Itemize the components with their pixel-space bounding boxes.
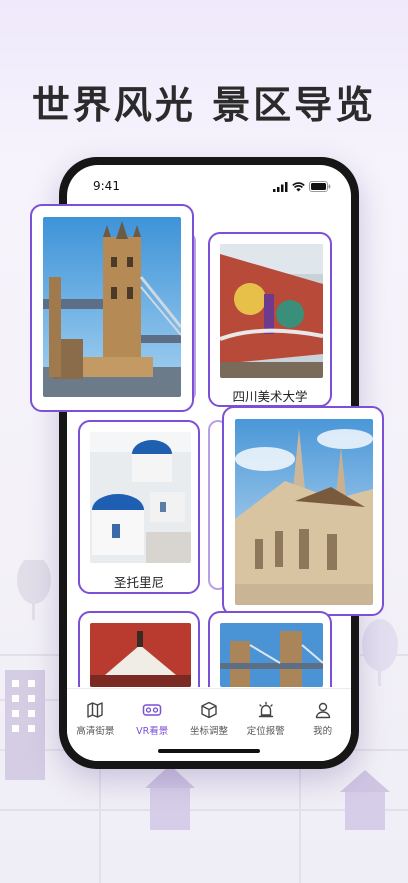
status-bar: 9:41 bbox=[67, 165, 351, 209]
tab-label: 坐标调整 bbox=[189, 726, 228, 737]
cube-icon bbox=[201, 701, 217, 719]
card-caption: 四川美术大学 bbox=[232, 389, 308, 404]
signal-icon bbox=[273, 181, 288, 192]
promo-headline: 世界风光 景区导览 bbox=[31, 83, 377, 127]
scenic-card-tower-bridge-2[interactable] bbox=[208, 611, 332, 687]
tab-label: 我的 bbox=[313, 726, 333, 737]
home-indicator bbox=[158, 749, 260, 753]
card-caption: 圣托里尼 bbox=[113, 575, 164, 590]
pavilion-photo bbox=[90, 623, 191, 687]
santorini-photo bbox=[90, 432, 191, 563]
tab-mine[interactable]: 我的 bbox=[294, 689, 351, 761]
scenic-card-tower-bridge[interactable] bbox=[30, 204, 194, 412]
status-time: 9:41 bbox=[93, 179, 120, 193]
alarm-light-icon bbox=[258, 701, 273, 718]
scenic-card-pavilion[interactable] bbox=[78, 611, 200, 687]
tower-bridge-photo bbox=[43, 217, 181, 397]
tab-hd-street-view[interactable]: 高清街景 bbox=[67, 689, 124, 761]
tab-label: 高清街景 bbox=[76, 726, 115, 737]
person-icon bbox=[315, 702, 330, 719]
map-icon bbox=[87, 702, 104, 718]
tab-label: VR看景 bbox=[136, 726, 169, 737]
tab-label: 定位报警 bbox=[246, 726, 285, 737]
bottom-tab-bar: 高清街景 VR看景 坐标调整 定位报警 我的 bbox=[67, 688, 351, 761]
church-photo bbox=[235, 419, 373, 605]
scenic-card-matthias-church[interactable] bbox=[222, 406, 384, 616]
vr-goggles-icon bbox=[142, 704, 162, 716]
scenic-card-sichuan-art[interactable]: 四川美术大学 bbox=[208, 232, 332, 407]
graffiti-wall-photo bbox=[220, 244, 323, 378]
tower-bridge-photo-small bbox=[220, 623, 323, 687]
scenic-card-santorini[interactable]: 圣托里尼 bbox=[78, 420, 200, 594]
wifi-icon bbox=[292, 181, 305, 191]
battery-icon bbox=[309, 181, 331, 192]
